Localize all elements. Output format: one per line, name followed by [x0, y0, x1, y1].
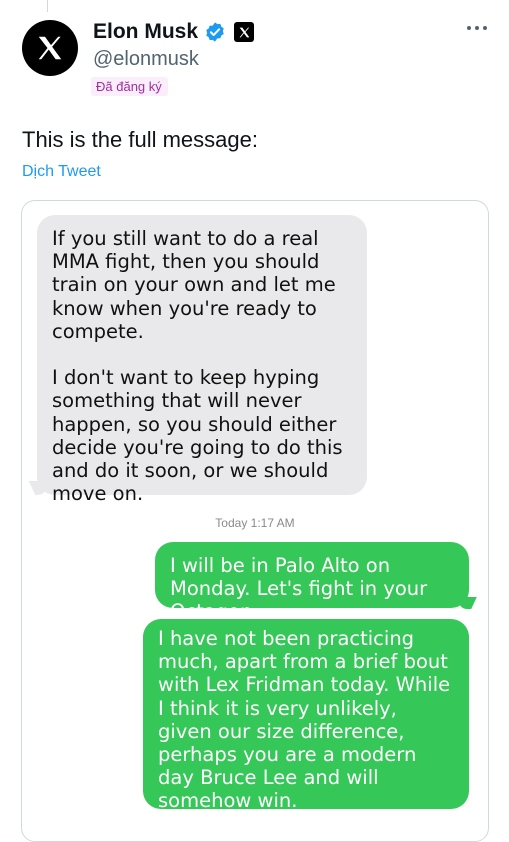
translate-tweet-link[interactable]: Dịch Tweet — [22, 163, 101, 181]
tweet-media-image[interactable]: If you still want to do a real MMA fight… — [21, 200, 489, 842]
more-options-button[interactable] — [467, 26, 487, 30]
avatar[interactable] — [22, 20, 78, 76]
more-dot-icon — [483, 26, 487, 30]
more-dot-icon — [467, 26, 471, 30]
x-logo-icon — [38, 36, 62, 60]
incoming-message-bubble: If you still want to do a real MMA fight… — [37, 215, 367, 505]
more-dot-icon — [475, 26, 479, 30]
outgoing-message-bubble: I will be in Palo Alto on Monday. Let's … — [155, 542, 469, 623]
author-name-row: Elon Musk — [93, 20, 255, 44]
verified-badge-icon — [206, 22, 224, 42]
outgoing-message-bubble: I have not been practicing much, apart f… — [143, 619, 469, 812]
x-logo-icon — [239, 27, 249, 37]
affiliate-badge[interactable] — [234, 22, 255, 42]
message-timestamp: Today 1:17 AM — [215, 516, 295, 530]
author-name[interactable]: Elon Musk — [93, 20, 198, 44]
tweet-text: This is the full message: — [22, 127, 258, 152]
thread-line — [47, 0, 48, 12]
subscribed-badge: Đã đăng ký — [91, 77, 168, 96]
author-handle[interactable]: @elonmusk — [93, 48, 199, 71]
